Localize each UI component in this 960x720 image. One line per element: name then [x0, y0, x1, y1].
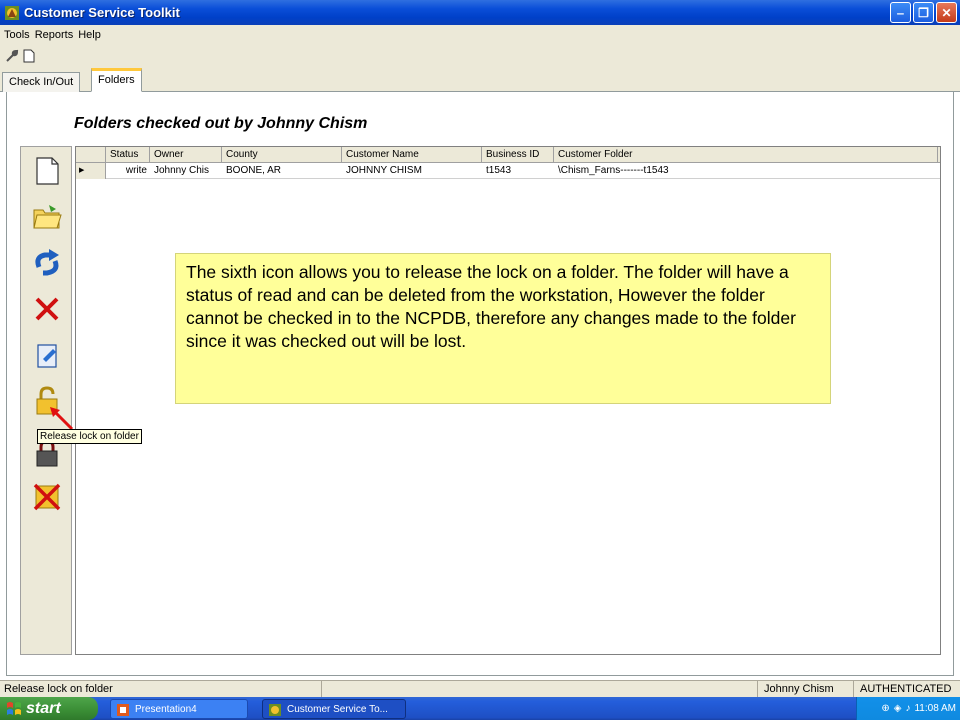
grid-header: Status Owner County Customer Name Busine…: [76, 147, 940, 163]
column-header-county[interactable]: County: [222, 147, 342, 163]
cell-customer-name: JOHNNY CHISM: [346, 165, 422, 176]
toolbar: [0, 44, 960, 68]
volume-icon[interactable]: ♪: [905, 703, 910, 714]
page-title: Folders checked out by Johnny Chism: [74, 115, 368, 132]
cell-status: write: [125, 165, 147, 176]
column-header-customer-folder[interactable]: Customer Folder: [554, 147, 938, 163]
start-button[interactable]: start: [0, 697, 98, 720]
menu-tools[interactable]: Tools: [3, 29, 34, 41]
cell-customer-folder: \Chism_Farns-------t1543: [558, 165, 669, 176]
new-document-icon[interactable]: [31, 155, 63, 187]
app-icon: [269, 704, 281, 716]
window-title: Customer Service Toolkit: [24, 5, 180, 20]
cell-business-id: t1543: [486, 165, 512, 176]
restore-icon: ❐: [918, 5, 929, 20]
column-header-status[interactable]: Status: [106, 147, 150, 163]
table-row[interactable]: ▶ write Johnny Chis BOONE, AR JOHNNY CHI…: [76, 163, 940, 179]
system-tray: ⊕ ◈ ♪ 11:08 AM: [856, 697, 960, 720]
taskbar: start Presentation4 Customer Service To.…: [0, 697, 960, 720]
shield-icon[interactable]: ◈: [894, 703, 902, 714]
clock: 11:08 AM: [914, 703, 956, 714]
status-bar: Release lock on folder Johnny Chism AUTH…: [0, 680, 960, 698]
maximize-button[interactable]: ❐: [913, 2, 934, 23]
status-auth: AUTHENTICATED: [860, 683, 952, 695]
new-icon[interactable]: [23, 49, 35, 63]
taskbar-item-label: Customer Service To...: [287, 704, 388, 715]
row-selector-icon[interactable]: ▶: [76, 163, 106, 179]
close-icon: ✕: [941, 5, 952, 20]
column-header-business-id[interactable]: Business ID: [482, 147, 554, 163]
refresh-icon[interactable]: [31, 247, 63, 279]
taskbar-item-label: Presentation4: [135, 704, 197, 715]
column-header-customer-name[interactable]: Customer Name: [342, 147, 482, 163]
tooltip: Release lock on folder: [37, 429, 142, 444]
open-folder-icon[interactable]: [31, 201, 63, 233]
taskbar-item-presentation[interactable]: Presentation4: [110, 699, 248, 719]
start-label: start: [26, 699, 61, 717]
status-spacer: [322, 681, 758, 698]
cell-owner: Johnny Chis: [154, 165, 210, 176]
menu-bar: Tools Reports Help: [0, 25, 960, 44]
title-bar: Customer Service Toolkit ‒ ❐ ✕: [0, 0, 960, 25]
tab-strip: Check In/Out Folders: [0, 68, 960, 92]
close-button[interactable]: ✕: [936, 2, 957, 23]
delete-all-icon[interactable]: [31, 481, 63, 513]
edit-icon[interactable]: [31, 339, 63, 371]
delete-icon[interactable]: [31, 293, 63, 325]
explanation-callout: The sixth icon allows you to release the…: [175, 253, 831, 404]
header-corner: [76, 147, 106, 163]
minimize-icon: ‒: [897, 5, 904, 20]
menu-help[interactable]: Help: [77, 29, 105, 41]
menu-reports[interactable]: Reports: [34, 29, 78, 41]
tab-check-in-out[interactable]: Check In/Out: [2, 72, 81, 92]
network-icon[interactable]: ⊕: [881, 703, 889, 714]
windows-logo-icon: [7, 701, 21, 715]
tab-folders[interactable]: Folders: [91, 68, 142, 92]
powerpoint-icon: [117, 704, 129, 716]
minimize-button[interactable]: ‒: [890, 2, 911, 23]
status-user: Johnny Chism: [758, 681, 854, 698]
column-header-owner[interactable]: Owner: [150, 147, 222, 163]
cell-county: BOONE, AR: [226, 165, 282, 176]
taskbar-item-customer-service[interactable]: Customer Service To...: [262, 699, 406, 719]
wrench-icon[interactable]: [5, 49, 19, 63]
app-icon: [5, 5, 19, 20]
status-message: Release lock on folder: [0, 681, 322, 698]
